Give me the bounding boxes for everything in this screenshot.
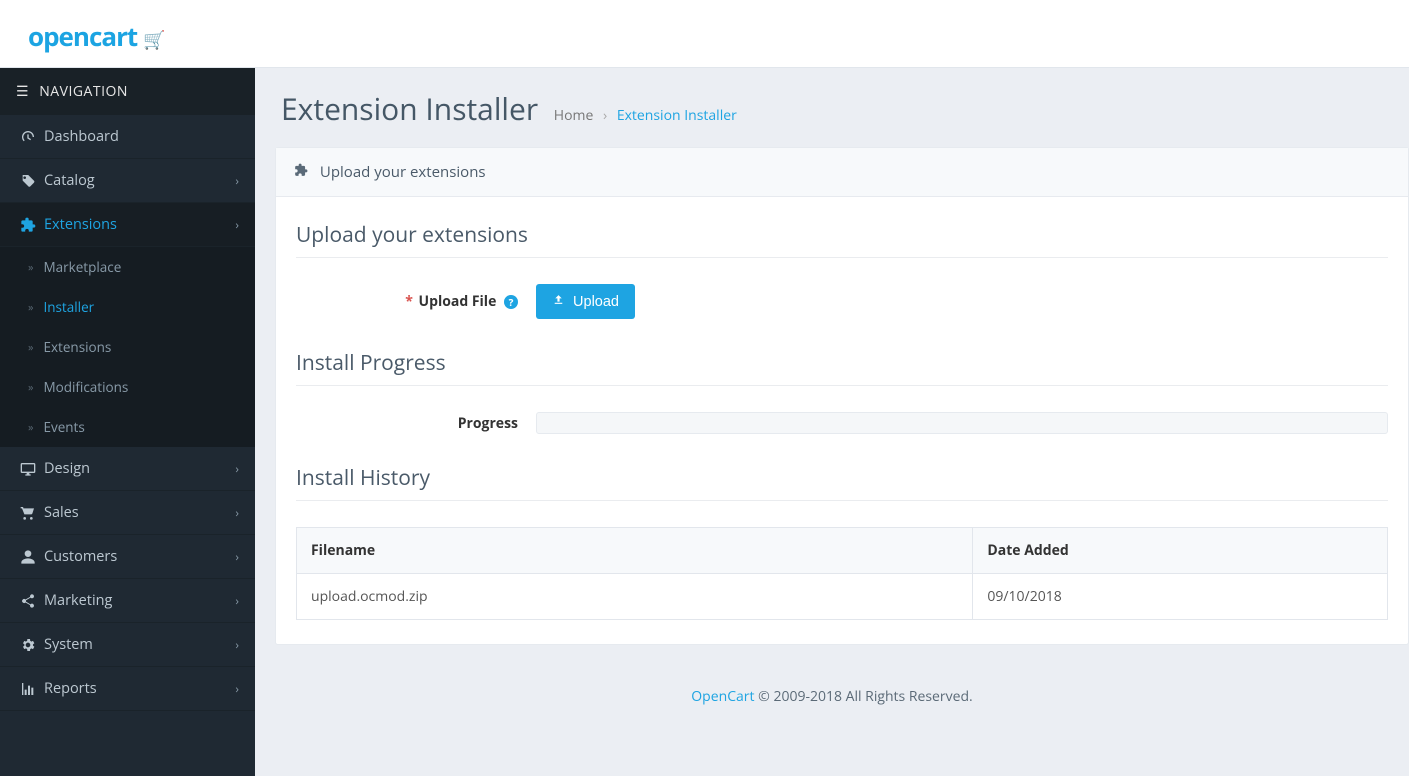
upload-button-label: Upload	[573, 294, 619, 310]
submenu-item-installer[interactable]: » Installer	[0, 287, 255, 327]
sidebar-item-reports[interactable]: Reports ›	[0, 667, 255, 711]
submenu-item-events[interactable]: » Events	[0, 407, 255, 447]
brand-name: opencart	[28, 18, 137, 54]
table-row: upload.ocmod.zip 09/10/2018	[297, 574, 1388, 620]
dashboard-icon	[16, 129, 40, 145]
required-indicator: *	[405, 292, 413, 311]
chevron-right-icon: ›	[235, 460, 239, 477]
submenu-item-label: Modifications	[43, 378, 128, 396]
panel-upload-extensions: Upload your extensions Upload your exten…	[275, 147, 1409, 645]
progress-bar	[536, 412, 1388, 434]
upload-icon	[552, 294, 569, 310]
chevron-right-icon: ›	[235, 680, 239, 697]
help-icon[interactable]: ?	[504, 295, 518, 309]
sidebar-item-label: Catalog	[44, 171, 95, 190]
submenu-arrow-icon: »	[28, 300, 33, 315]
progress-row: Progress	[296, 412, 1388, 434]
sidebar-item-extensions[interactable]: Extensions › » Marketplace » Installer » Ex…	[0, 203, 255, 447]
chevron-right-icon: ›	[235, 504, 239, 521]
upload-section-title: Upload your extensions	[296, 221, 1388, 258]
submenu-arrow-icon: »	[28, 380, 33, 395]
submenu-arrow-icon: »	[28, 420, 33, 435]
sidebar-item-sales[interactable]: Sales ›	[0, 491, 255, 535]
submenu-arrow-icon: »	[28, 340, 33, 355]
nav-header-label: NAVIGATION	[39, 82, 128, 101]
nav-header: ☰ NAVIGATION	[0, 68, 255, 115]
page-header: Extension Installer Home › Extension Ins…	[255, 68, 1409, 147]
sidebar-item-system[interactable]: System ›	[0, 623, 255, 667]
extensions-submenu: » Marketplace » Installer » Extensions » Mod…	[0, 247, 255, 447]
chevron-right-icon: ›	[235, 172, 239, 189]
cart-icon: 🛒	[143, 28, 164, 52]
top-header: opencart🛒	[0, 0, 1409, 68]
sidebar-item-design[interactable]: Design ›	[0, 447, 255, 491]
submenu-item-label: Marketplace	[43, 258, 121, 276]
menu-icon: ☰	[16, 82, 29, 101]
panel-heading-label: Upload your extensions	[320, 162, 486, 182]
breadcrumb: Home › Extension Installer	[554, 106, 737, 125]
panel-heading: Upload your extensions	[276, 148, 1408, 197]
submenu-item-label: Extensions	[43, 338, 111, 356]
sidebar-item-label: Sales	[44, 503, 79, 522]
submenu-item-label: Events	[43, 418, 84, 436]
share-icon	[16, 593, 40, 609]
progress-label: Progress	[458, 414, 518, 433]
desktop-icon	[16, 461, 40, 477]
bar-chart-icon	[16, 681, 40, 697]
sidebar: ☰ NAVIGATION Dashboard Catalog ›	[0, 68, 255, 776]
chevron-right-icon: ›	[235, 216, 239, 233]
sidebar-item-marketing[interactable]: Marketing ›	[0, 579, 255, 623]
gear-icon	[16, 637, 40, 653]
col-header-date-added: Date Added	[973, 528, 1388, 574]
sidebar-item-label: Dashboard	[44, 127, 119, 146]
footer-brand-link[interactable]: OpenCart	[691, 687, 754, 706]
page-title: Extension Installer	[281, 88, 538, 129]
chevron-right-icon: ›	[235, 548, 239, 565]
history-section-title: Install History	[296, 464, 1388, 501]
submenu-item-modifications[interactable]: » Modifications	[0, 367, 255, 407]
submenu-item-extensions[interactable]: » Extensions	[0, 327, 255, 367]
progress-section-title: Install Progress	[296, 349, 1388, 386]
sidebar-item-label: Marketing	[44, 591, 112, 610]
breadcrumb-home[interactable]: Home	[554, 106, 594, 125]
submenu-item-marketplace[interactable]: » Marketplace	[0, 247, 255, 287]
sidebar-item-label: Customers	[44, 547, 117, 566]
chevron-right-icon: ›	[235, 592, 239, 609]
submenu-arrow-icon: »	[28, 260, 33, 275]
cell-date-added: 09/10/2018	[973, 574, 1388, 620]
sidebar-item-catalog[interactable]: Catalog ›	[0, 159, 255, 203]
user-icon	[16, 549, 40, 565]
col-header-filename: Filename	[297, 528, 973, 574]
sidebar-item-customers[interactable]: Customers ›	[0, 535, 255, 579]
puzzle-icon	[16, 217, 40, 233]
breadcrumb-separator: ›	[603, 106, 607, 125]
sidebar-item-dashboard[interactable]: Dashboard	[0, 115, 255, 159]
sidebar-item-label: System	[44, 635, 93, 654]
upload-file-label: Upload File	[419, 292, 497, 311]
puzzle-icon	[294, 162, 312, 182]
tag-icon	[16, 173, 40, 189]
upload-button[interactable]: Upload	[536, 284, 635, 319]
footer-rights: © 2009-2018 All Rights Reserved.	[755, 687, 973, 706]
cell-filename: upload.ocmod.zip	[297, 574, 973, 620]
install-history-table: Filename Date Added upload.ocmod.zip 09/…	[296, 527, 1388, 620]
submenu-item-label: Installer	[43, 298, 94, 316]
brand-logo[interactable]: opencart🛒	[28, 18, 165, 54]
upload-file-row: * Upload File ? Upload	[296, 284, 1388, 319]
cart-icon	[16, 505, 40, 521]
breadcrumb-current[interactable]: Extension Installer	[617, 106, 737, 125]
sidebar-item-label: Reports	[44, 679, 97, 698]
main-content: Extension Installer Home › Extension Ins…	[255, 68, 1409, 645]
sidebar-item-label: Extensions	[44, 215, 117, 234]
chevron-right-icon: ›	[235, 636, 239, 653]
sidebar-item-label: Design	[44, 459, 90, 478]
footer: OpenCart © 2009-2018 All Rights Reserved…	[255, 669, 1409, 724]
